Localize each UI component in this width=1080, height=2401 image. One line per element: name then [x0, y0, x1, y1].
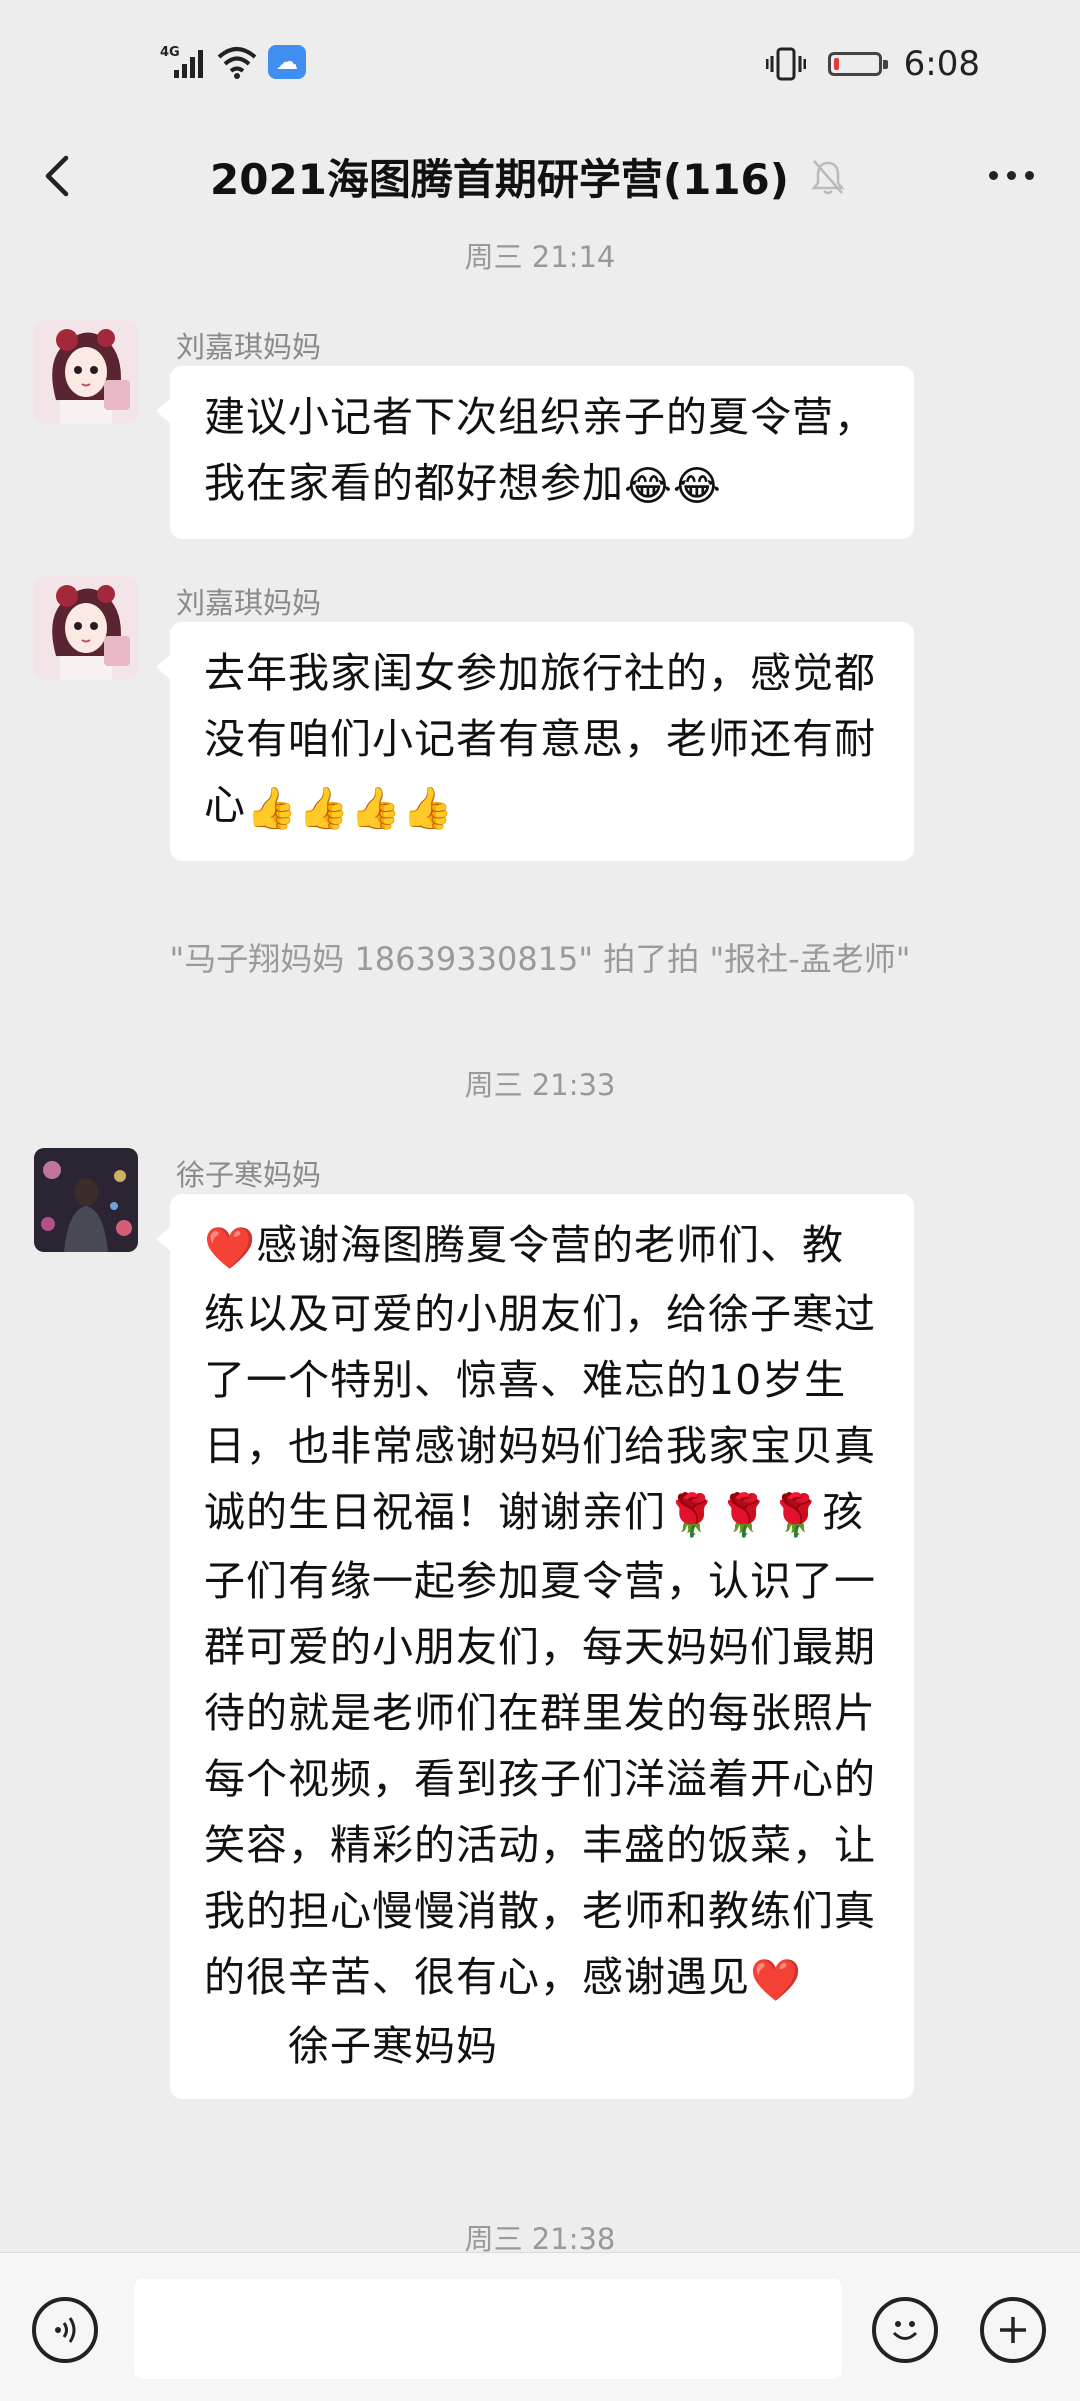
thumbs-up-emoji: 👍 — [402, 784, 455, 832]
battery-icon — [827, 52, 888, 76]
plus-icon[interactable] — [980, 2297, 1046, 2363]
message-text: 建议小记者下次组织亲子的夏令营，我在家看的都好想参加 — [204, 393, 876, 507]
heart-emoji: ❤️ — [204, 1224, 257, 1272]
laughing-tears-emoji: 😂 — [672, 462, 722, 510]
message-3: 徐子寒妈妈 ❤️感谢海图腾夏令营的老师们、教练以及可爱的小朋友们，给徐子寒过了一… — [34, 1148, 1034, 2168]
clock: 6:08 — [903, 44, 980, 84]
timestamp: 周三 21:14 — [464, 240, 616, 274]
vibrate-icon — [765, 47, 806, 81]
status-right: 6:08 — [765, 44, 980, 84]
sender-name: 刘嘉琪妈妈 — [176, 586, 322, 620]
back-arrow-icon[interactable] — [34, 148, 84, 204]
heart-emoji: ❤️ — [750, 1956, 803, 2004]
sender-name: 刘嘉琪妈妈 — [176, 330, 322, 364]
message-input[interactable] — [134, 2279, 842, 2379]
voice-icon[interactable] — [32, 2297, 98, 2363]
more-dots-icon[interactable] — [976, 150, 1046, 200]
chat-header: 2021海图腾首期研学营(116) — [0, 130, 1080, 222]
timestamp: 周三 21:33 — [464, 1068, 616, 1102]
chat-title: 2021海图腾首期研学营(116) — [210, 155, 789, 204]
input-bar — [0, 2252, 1080, 2401]
avatar[interactable] — [34, 576, 138, 680]
message-bubble[interactable]: 建议小记者下次组织亲子的夏令营，我在家看的都好想参加😂😂 — [156, 366, 914, 539]
sender-name: 徐子寒妈妈 — [176, 1158, 322, 1192]
thumbs-up-emoji: 👍 — [246, 784, 299, 832]
emoji-face-icon[interactable] — [872, 2297, 938, 2363]
pat-system-message: "马子翔妈妈 18639330815" 拍了拍 "报社-孟老师" — [169, 940, 911, 978]
rose-emoji: 🌹 — [718, 1491, 771, 1539]
battery-level — [833, 58, 839, 70]
avatar[interactable] — [34, 320, 138, 424]
wifi-icon — [217, 47, 257, 79]
message-bubble[interactable]: ❤️感谢海图腾夏令营的老师们、教练以及可爱的小朋友们，给徐子寒过了一个特别、惊喜… — [156, 1194, 914, 2099]
thumbs-up-emoji: 👍 — [298, 784, 351, 832]
status-left: 4G ☁ — [160, 44, 306, 80]
avatar[interactable] — [34, 1148, 138, 1252]
mute-bell-icon — [811, 159, 845, 194]
message-2: 刘嘉琪妈妈 去年我家闺女参加旅行社的，感觉都没有咱们小记者有意思，老师还有耐心👍… — [34, 576, 1034, 876]
svg-text:4G: 4G — [160, 45, 180, 60]
thumbs-up-emoji: 👍 — [350, 784, 403, 832]
rose-emoji: 🌹 — [666, 1491, 719, 1539]
signal-icon: 4G — [160, 45, 203, 78]
cloud-icon: ☁ — [268, 45, 306, 79]
message-signature: 徐子寒妈妈 — [288, 2022, 498, 2070]
status-bar: 4G ☁ 6:08 — [0, 0, 1080, 130]
rose-emoji: 🌹 — [770, 1491, 823, 1539]
title-wrap: 2021海图腾首期研学营(116) — [210, 146, 870, 207]
laughing-tears-emoji: 😂 — [624, 462, 673, 510]
message-text: 孩子们有缘一起参加夏令营，认识了一群可爱的小朋友们，每天妈妈们最期待的就是老师们… — [204, 1488, 876, 2001]
message-bubble[interactable]: 去年我家闺女参加旅行社的，感觉都没有咱们小记者有意思，老师还有耐心👍👍👍👍 — [156, 622, 914, 861]
message-1: 刘嘉琪妈妈 建议小记者下次组织亲子的夏令营，我在家看的都好想参加😂😂 — [34, 320, 1034, 550]
